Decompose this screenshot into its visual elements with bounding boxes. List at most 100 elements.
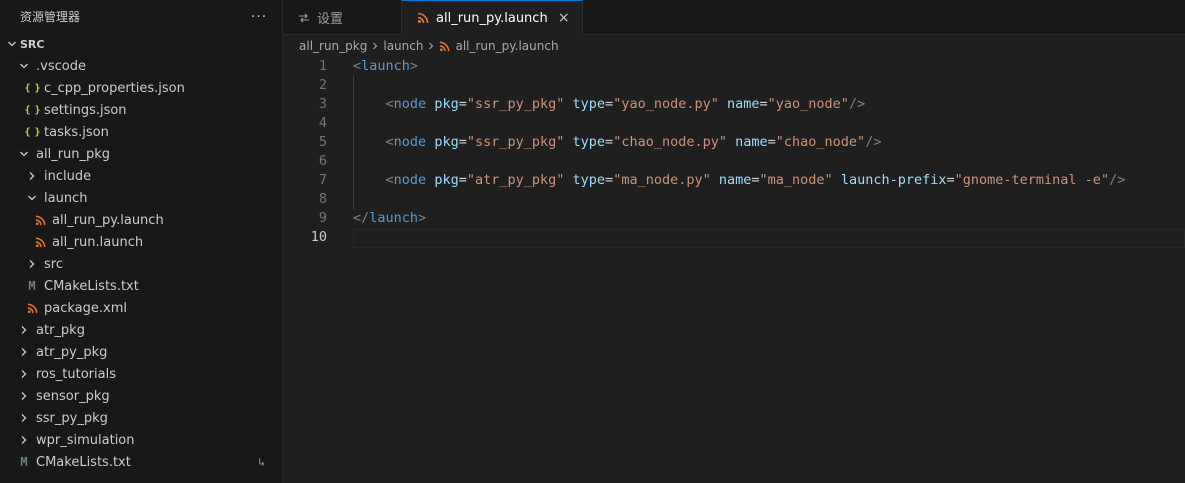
code-line[interactable]: 10 [283,228,1185,247]
chevron-right-icon [16,322,32,338]
code-token: = [767,134,776,150]
tree-item-label: CMakeLists.txt [36,454,131,470]
tree-folder[interactable]: all_run_pkg [0,143,282,165]
rss-file-icon [439,41,450,52]
line-number: 2 [318,77,327,93]
code-token: pkg [434,172,459,188]
tree-item-label: ros_tutorials [36,366,116,382]
tree-item-label: all_run.launch [52,234,144,250]
code-token: = [605,134,614,150]
tree-folder[interactable]: atr_pkg [0,319,282,341]
tree-folder[interactable]: .vscode [0,55,282,77]
tree-item-label: tasks.json [44,124,109,140]
tree-file[interactable]: { } settings.json [0,99,282,121]
tree-item-label: atr_py_pkg [36,344,108,360]
code-token: "atr_py_pkg" [466,172,565,188]
code-editor[interactable]: 1 <launch> 2 3 <node pkg="ssr_py_pkg" type=… [283,57,1185,483]
code-token: /> [1109,172,1126,188]
code-line[interactable]: 1 <launch> [283,57,1185,76]
json-file-icon: { } [24,104,40,116]
chevron-right-icon [427,42,435,50]
breadcrumb-item[interactable]: launch [383,39,423,53]
code-line[interactable]: 5 <node pkg="ssr_py_pkg" type="chao_node… [283,133,1185,152]
tab-all-run-py-launch[interactable]: all_run_py.launch × [402,0,583,35]
cmake-file-icon: M [28,279,36,293]
editor-area: 设置 all_run_py.launch × all_run_pkg launch… [283,0,1185,483]
line-source: <launch> [353,57,418,76]
tree-item-label: all_run_pkg [36,146,111,162]
tab-settings[interactable]: 设置 [283,0,402,35]
tree-folder[interactable]: ros_tutorials [0,363,282,385]
code-line[interactable]: 8 [283,190,1185,209]
tree-item-label: src [44,256,63,272]
tree-item-label: launch [44,190,88,206]
tree-file[interactable]: all_run.launch [0,231,282,253]
code-token: = [759,96,768,112]
close-icon[interactable]: × [556,10,572,26]
tree-folder[interactable]: atr_py_pkg [0,341,282,363]
json-file-icon: { } [24,82,40,94]
explorer-title: 资源管理器 [20,10,81,24]
tree-item-label: atr_pkg [36,322,85,338]
tree-folder[interactable]: wpr_simulation [0,429,282,451]
rss-file-icon [32,234,48,250]
tree-file[interactable]: package.xml [0,297,282,319]
tree-file[interactable]: M CMakeLists.txt ↳ [0,451,282,473]
code-token: = [458,172,467,188]
code-token: type [572,134,606,150]
tab-active-label: all_run_py.launch [436,10,548,26]
code-token: = [946,172,955,188]
root-folder-src[interactable]: SRC [0,33,282,55]
tree-item-label: CMakeLists.txt [44,278,139,294]
tree-item-label: package.xml [44,300,127,316]
tree-folder[interactable]: include [0,165,282,187]
code-line[interactable]: 2 [283,76,1185,95]
line-number: 3 [318,96,327,112]
code-token: = [605,96,614,112]
more-actions-icon[interactable]: ··· [248,6,270,28]
chevron-down-icon [4,36,20,52]
code-token: "yao_node.py" [613,96,719,112]
code-line[interactable]: 6 [283,152,1185,171]
code-token: node [393,172,427,188]
tree-folder[interactable]: sensor_pkg [0,385,282,407]
breadcrumb-item[interactable]: all_run_pkg [299,39,367,53]
code-line[interactable]: 3 <node pkg="ssr_py_pkg" type="yao_node.… [283,95,1185,114]
tree-item-label: include [44,168,92,184]
code-token: < [353,58,362,74]
tree-item-label: .vscode [36,58,86,74]
line-source: <node pkg="atr_py_pkg" type="ma_node.py"… [353,171,1126,190]
code-token: name [727,96,760,112]
line-number: 1 [318,58,327,74]
code-token: "gnome-terminal -e" [954,172,1110,188]
tree-file[interactable]: { } tasks.json [0,121,282,143]
code-token: = [458,96,467,112]
code-token: name [718,172,752,188]
tree-file[interactable]: M CMakeLists.txt [0,275,282,297]
line-number: 4 [318,115,327,131]
tree-item-label: sensor_pkg [36,388,110,404]
code-token: = [458,134,467,150]
tree-file[interactable]: { } c_cpp_properties.json [0,77,282,99]
tree-folder[interactable]: launch [0,187,282,209]
explorer-sidebar: 资源管理器 ··· SRC .vscode { } c_cpp_properties… [0,0,283,483]
code-token: launch [369,210,419,226]
settings-icon [297,11,311,25]
tree-folder[interactable]: ssr_py_pkg [0,407,282,429]
tree-file[interactable]: all_run_py.launch [0,209,282,231]
code-token: /> [865,134,882,150]
tree-folder[interactable]: src [0,253,282,275]
code-line[interactable]: 4 [283,114,1185,133]
code-token: pkg [434,96,459,112]
tree-item-label: all_run_py.launch [52,212,164,228]
breadcrumb-item[interactable]: all_run_py.launch [455,39,558,53]
code-line[interactable]: 7 <node pkg="atr_py_pkg" type="ma_node.p… [283,171,1185,190]
chevron-down-icon [16,58,32,74]
code-line[interactable]: 9 </launch> [283,209,1185,228]
code-token: "ssr_py_pkg" [466,134,565,150]
